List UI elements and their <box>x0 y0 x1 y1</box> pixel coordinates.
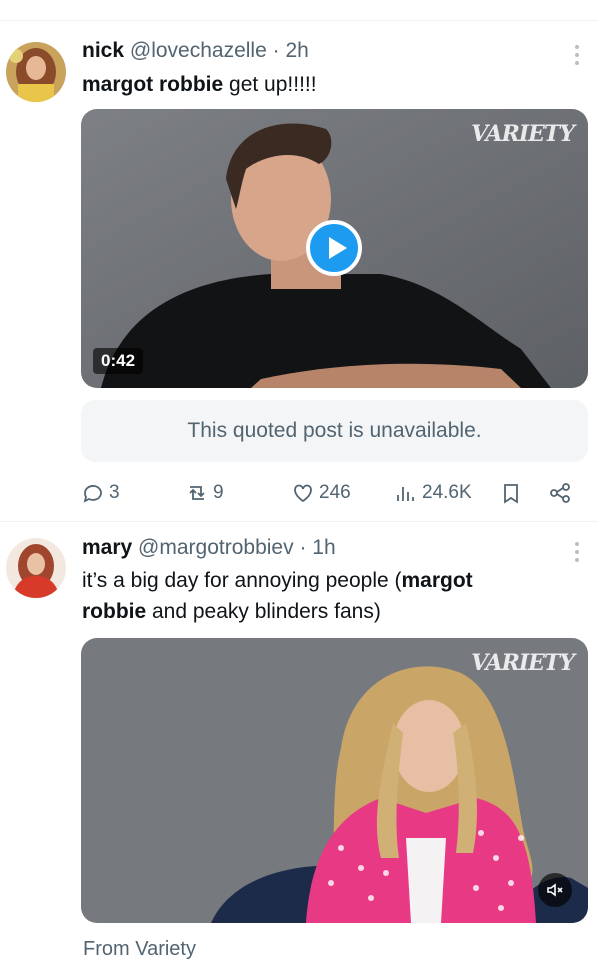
repost-icon <box>189 486 205 500</box>
views-icon <box>397 487 414 501</box>
tweet-text: margot robbie get up!!!!! <box>82 69 317 100</box>
bookmark-icon <box>504 484 518 504</box>
author-handle[interactable]: @margotrobbiev <box>138 536 294 559</box>
avatar[interactable] <box>6 42 66 102</box>
text-plain: get up!!!!! <box>223 73 317 96</box>
video-player[interactable]: VARIETY 0:42 <box>81 109 588 388</box>
mention-bold: margot robbie <box>82 73 224 96</box>
author-name[interactable]: mary <box>82 536 132 559</box>
variety-watermark: VARIETY <box>471 121 575 147</box>
like-icon <box>294 484 312 503</box>
more-icon[interactable] <box>574 45 580 69</box>
more-icon[interactable] <box>574 542 580 566</box>
bookmark-button[interactable] <box>499 476 527 510</box>
share-button[interactable] <box>548 476 576 510</box>
play-icon[interactable] <box>306 220 362 276</box>
video-thumbnail <box>81 638 588 923</box>
reply-button[interactable]: 3 <box>81 476 120 510</box>
text-line2-plain: and peaky blinders fans) <box>146 600 381 623</box>
mute-icon[interactable] <box>538 873 572 907</box>
share-icon <box>550 483 570 503</box>
repost-button[interactable]: 9 <box>185 476 224 510</box>
reply-count: 3 <box>109 482 120 503</box>
separator: · <box>293 536 313 559</box>
timestamp[interactable]: 2h <box>285 39 308 62</box>
media-source[interactable]: From Variety <box>83 938 196 961</box>
author-handle[interactable]: @lovechazelle <box>130 39 267 62</box>
tweet-header: mary @margotrobbiev · 1h <box>82 535 336 561</box>
text-line1-plain: it’s a big day for annoying people ( <box>82 569 402 592</box>
quoted-post-unavailable: This quoted post is unavailable. <box>81 400 588 462</box>
avatar[interactable] <box>6 538 66 598</box>
timestamp[interactable]: 1h <box>312 536 335 559</box>
tweet-text: it’s a big day for annoying people (marg… <box>82 565 473 627</box>
views-count: 24.6K <box>422 482 472 503</box>
variety-watermark: VARIETY <box>471 650 575 676</box>
author-name[interactable]: nick <box>82 39 124 62</box>
repost-count: 9 <box>213 482 224 503</box>
video-duration: 0:42 <box>93 348 144 374</box>
mention-bold: robbie <box>82 600 147 623</box>
reply-icon <box>83 485 102 503</box>
mention-bold: margot <box>401 569 473 592</box>
tweet-header: nick @lovechazelle · 2h <box>82 38 309 64</box>
like-count: 246 <box>319 482 351 503</box>
separator: · <box>266 39 286 62</box>
tweet-divider <box>0 521 598 522</box>
like-button[interactable]: 246 <box>291 476 351 510</box>
views-button[interactable]: 24.6K <box>394 476 472 510</box>
action-bar: 3 9 246 24.6K <box>81 476 588 510</box>
video-player[interactable]: VARIETY <box>81 638 588 923</box>
top-divider <box>0 20 598 21</box>
